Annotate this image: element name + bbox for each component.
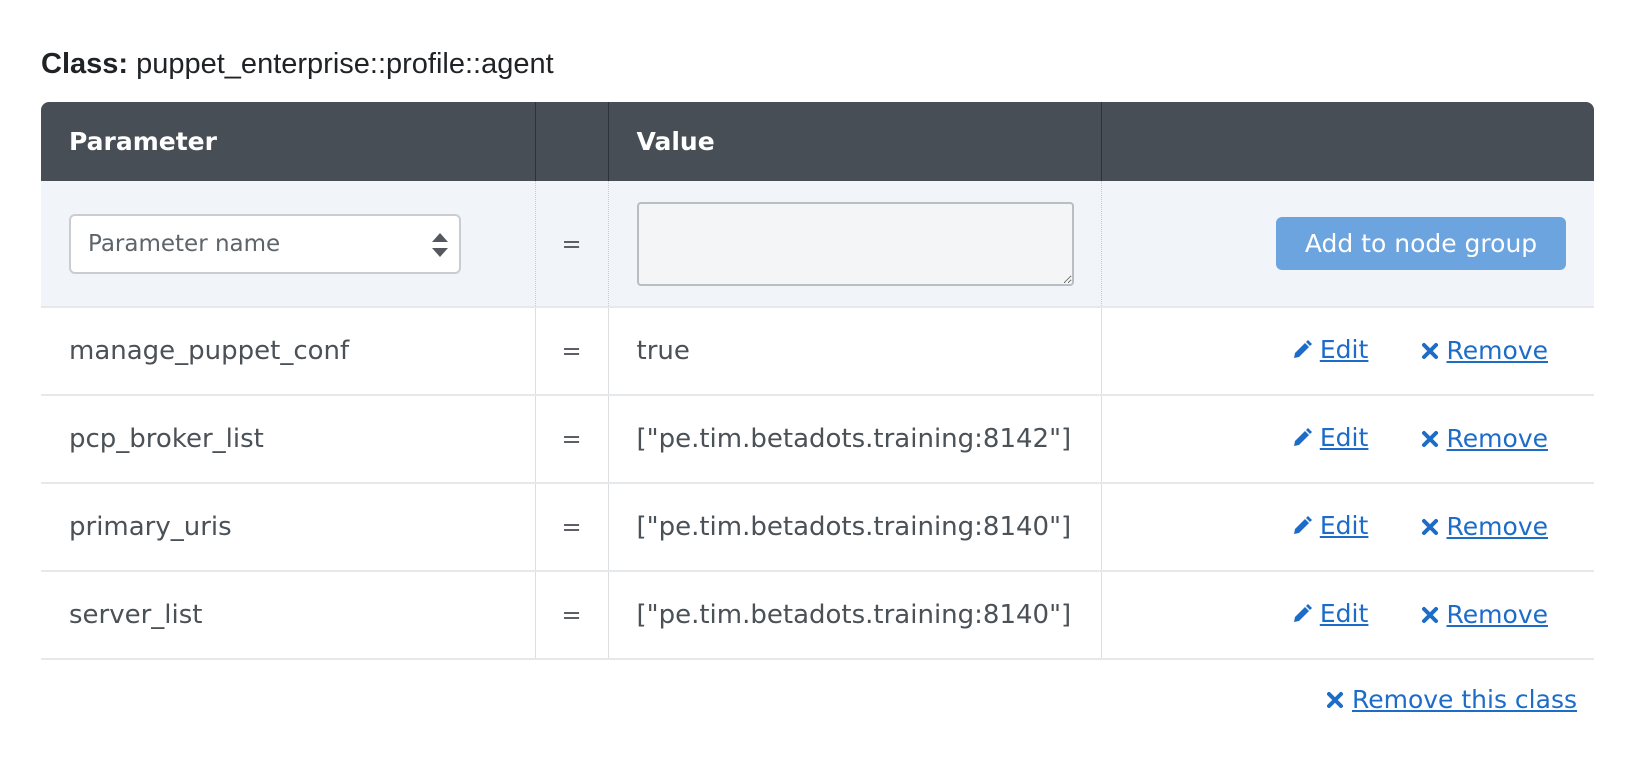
equals-sign: = <box>535 571 609 660</box>
param-value: true <box>608 307 1102 396</box>
pencil-icon <box>1293 427 1312 446</box>
remove-label: Remove <box>1446 512 1548 542</box>
parameters-table: Parameter Value Parameter name = Add to … <box>41 102 1594 660</box>
remove-label: Remove <box>1446 600 1548 630</box>
remove-link[interactable]: Remove <box>1421 424 1548 453</box>
table-row: pcp_broker_list = ["pe.tim.betadots.trai… <box>41 395 1594 484</box>
close-icon <box>1421 430 1438 447</box>
remove-label: Remove <box>1446 424 1548 454</box>
close-icon <box>1326 691 1343 708</box>
param-value: ["pe.tim.betadots.training:8140"] <box>608 483 1102 572</box>
row-actions: Edit Remove <box>1101 395 1594 484</box>
close-icon <box>1421 518 1438 535</box>
header-equals <box>535 102 609 181</box>
pencil-icon <box>1293 515 1312 534</box>
edit-link[interactable]: Edit <box>1292 423 1368 452</box>
equals-sign: = <box>535 395 609 484</box>
edit-link[interactable]: Edit <box>1292 511 1368 540</box>
new-parameter-row: Parameter name = Add to node group <box>41 181 1594 308</box>
edit-label: Edit <box>1319 335 1369 365</box>
header-actions <box>1101 102 1594 181</box>
param-name: pcp_broker_list <box>41 395 536 484</box>
remove-link[interactable]: Remove <box>1421 600 1548 629</box>
edit-label: Edit <box>1319 423 1369 453</box>
new-value-cell <box>608 181 1102 308</box>
pencil-icon <box>1293 339 1312 358</box>
equals-sign: = <box>535 483 609 572</box>
table-row: primary_uris = ["pe.tim.betadots.trainin… <box>41 483 1594 572</box>
new-actions-cell: Add to node group <box>1101 181 1594 308</box>
parameter-name-placeholder: Parameter name <box>88 230 281 257</box>
sort-arrows-icon <box>432 232 448 257</box>
remove-label: Remove <box>1446 336 1548 366</box>
close-icon <box>1421 606 1438 623</box>
class-heading: Class: puppet_enterprise::profile::agent <box>41 48 554 81</box>
add-to-node-group-button[interactable]: Add to node group <box>1276 217 1566 270</box>
pencil-icon <box>1293 603 1312 622</box>
parameter-name-select[interactable]: Parameter name <box>69 213 461 274</box>
param-name: primary_uris <box>41 483 536 572</box>
header-parameter: Parameter <box>41 102 536 181</box>
remove-class-label: Remove this class <box>1351 685 1577 714</box>
class-label: Class: <box>41 48 129 80</box>
remove-link[interactable]: Remove <box>1421 336 1548 365</box>
row-actions: Edit Remove <box>1101 483 1594 572</box>
param-value: ["pe.tim.betadots.training:8142"] <box>608 395 1102 484</box>
table-row: manage_puppet_conf = true Edit Remove <box>41 307 1594 396</box>
table-row: server_list = ["pe.tim.betadots.training… <box>41 571 1594 660</box>
remove-class-link[interactable]: Remove this class <box>1326 685 1577 714</box>
param-value: ["pe.tim.betadots.training:8140"] <box>608 571 1102 660</box>
param-name: manage_puppet_conf <box>41 307 536 396</box>
row-actions: Edit Remove <box>1101 307 1594 396</box>
edit-link[interactable]: Edit <box>1292 335 1368 364</box>
new-row-equals: = <box>535 181 609 308</box>
new-param-cell: Parameter name <box>41 181 536 308</box>
close-icon <box>1421 342 1438 359</box>
table-header-row: Parameter Value <box>41 102 1594 181</box>
edit-link[interactable]: Edit <box>1292 599 1368 628</box>
class-name: puppet_enterprise::profile::agent <box>136 48 554 80</box>
param-name: server_list <box>41 571 536 660</box>
equals-sign: = <box>535 307 609 396</box>
remove-link[interactable]: Remove <box>1421 512 1548 541</box>
edit-label: Edit <box>1319 511 1369 541</box>
header-value: Value <box>608 102 1102 181</box>
row-actions: Edit Remove <box>1101 571 1594 660</box>
value-textarea[interactable] <box>636 201 1074 286</box>
edit-label: Edit <box>1319 599 1369 629</box>
